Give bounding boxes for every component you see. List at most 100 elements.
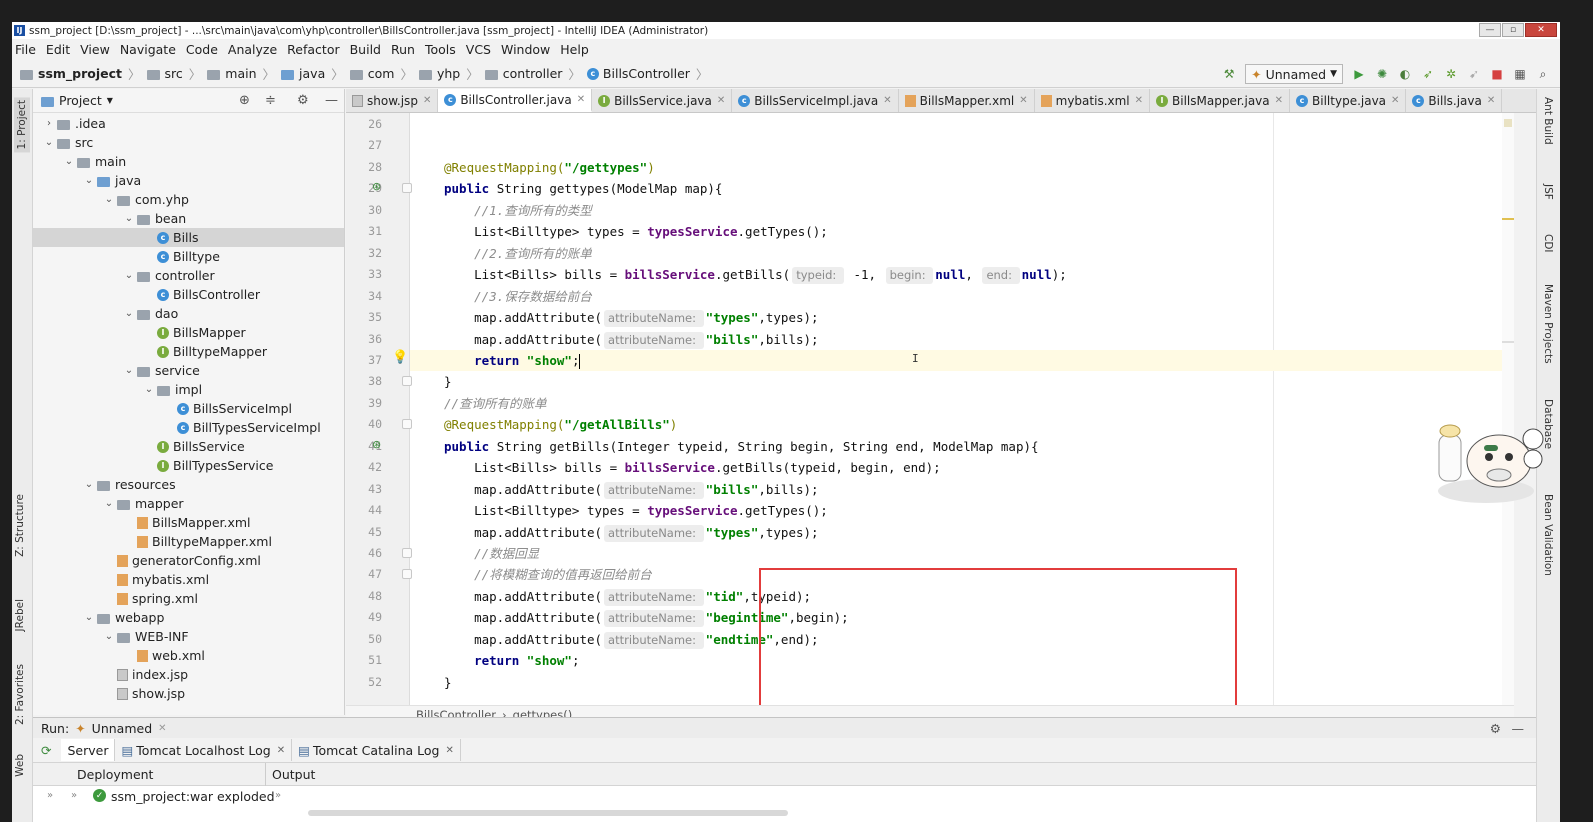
chevron-down-icon[interactable]: ⌄ (121, 213, 137, 224)
code-line[interactable]: //数据回显 (444, 543, 539, 564)
rerun-icon[interactable]: ⟳ (41, 743, 51, 758)
project-panel-title[interactable]: Project (59, 93, 102, 108)
code-line[interactable]: map.addAttribute(attributeName: "bills",… (444, 479, 819, 500)
tree-node[interactable]: generatorConfig.xml (33, 551, 344, 570)
chevron-down-icon[interactable]: ⌄ (101, 194, 117, 205)
tree-node[interactable]: show.jsp (33, 684, 344, 703)
menu-item[interactable]: VCS (466, 42, 491, 57)
tree-node[interactable]: c Bills (33, 228, 344, 247)
code-line[interactable]: public String getBills(Integer typeid, S… (444, 436, 1039, 457)
tree-node[interactable]: c BillsController (33, 285, 344, 304)
search-icon[interactable]: ⌕ (1536, 67, 1550, 81)
editor-tab[interactable]: BillsMapper.xml ✕ (899, 89, 1035, 112)
chevron-down-icon[interactable]: ⌄ (81, 175, 97, 186)
menu-item[interactable]: Navigate (120, 42, 176, 57)
code-line[interactable]: //2.查询所有的账单 (444, 243, 592, 264)
breadcrumb-item[interactable]: src 〉 (146, 64, 208, 83)
right-tool-tab[interactable]: JSF (1542, 184, 1554, 200)
code-line[interactable]: return "show"; (410, 349, 1514, 371)
coverage-icon[interactable]: ◐ (1398, 67, 1412, 81)
close-icon[interactable]: ✕ (277, 745, 285, 756)
breadcrumb-item[interactable]: yhp 〉 (418, 64, 485, 83)
jrebel-debug-icon[interactable]: ✲ (1444, 67, 1458, 81)
code-line[interactable]: map.addAttribute(attributeName: "beginti… (444, 607, 849, 628)
project-structure-icon[interactable]: ▦ (1513, 67, 1527, 81)
chevron-down-icon[interactable]: ⌄ (121, 365, 137, 376)
run-icon[interactable]: ▶ (1352, 67, 1366, 81)
project-tool-tab[interactable]: 1: Project (14, 97, 30, 153)
expand-icon[interactable]: » (47, 790, 53, 801)
structure-tool-tab[interactable]: Z: Structure (14, 494, 26, 557)
code-line[interactable]: map.addAttribute(attributeName: "types",… (444, 522, 819, 543)
close-icon[interactable]: ✕ (1391, 95, 1399, 106)
jrebel-tool-tab[interactable]: JRebel (14, 599, 26, 631)
code-line[interactable]: List<Billtype> types = typesService.getT… (444, 500, 828, 521)
chevron-down-icon[interactable]: ⌄ (141, 384, 157, 395)
gear-icon[interactable]: ⚙ (1490, 721, 1501, 736)
run-tab[interactable]: ▤ Tomcat Localhost Log ✕ (115, 739, 293, 761)
chevron-down-icon[interactable]: ⌄ (121, 308, 137, 319)
code-line[interactable]: //查询所有的账单 (444, 393, 547, 414)
close-icon[interactable]: ✕ (883, 95, 891, 106)
tree-node[interactable]: I BilltypeMapper (33, 342, 344, 361)
menu-item[interactable]: Window (501, 42, 550, 57)
breadcrumb-item[interactable]: main 〉 (207, 64, 281, 83)
editor-tab[interactable]: I BillsService.java ✕ (592, 89, 733, 112)
editor-tab[interactable]: c BillsController.java ✕ (438, 89, 593, 112)
close-icon[interactable]: ✕ (445, 745, 453, 756)
tree-node[interactable]: ⌄ WEB-INF (33, 627, 344, 646)
code-line[interactable]: map.addAttribute(attributeName: "endtime… (444, 629, 819, 650)
code-line[interactable]: @RequestMapping("/getAllBills") (444, 414, 677, 435)
chevron-down-icon[interactable]: ⌄ (121, 270, 137, 281)
tree-node[interactable]: web.xml (33, 646, 344, 665)
editor-tab[interactable]: mybatis.xml ✕ (1035, 89, 1151, 112)
code-line[interactable]: map.addAttribute(attributeName: "bills",… (444, 329, 819, 350)
code-line[interactable]: List<Billtype> types = typesService.getT… (444, 221, 828, 242)
code-line[interactable]: public String gettypes(ModelMap map){ (444, 178, 722, 199)
close-icon[interactable]: ✕ (717, 95, 725, 106)
chevron-down-icon[interactable]: ⌄ (81, 479, 97, 490)
hide-panel-icon[interactable]: — (1512, 721, 1525, 736)
run-config-select[interactable]: ✦ Unnamed ▼ (1245, 64, 1343, 84)
menu-item[interactable]: Analyze (228, 42, 277, 57)
tree-node[interactable]: mybatis.xml (33, 570, 344, 589)
code-line[interactable]: //1.查询所有的类型 (444, 200, 592, 221)
tree-node[interactable]: c BillsServiceImpl (33, 399, 344, 418)
tree-node[interactable]: ⌄ java (33, 171, 344, 190)
breadcrumb-item[interactable]: java 〉 (281, 64, 350, 83)
menu-item[interactable]: Refactor (287, 42, 339, 57)
breadcrumb-item[interactable]: controller 〉 (484, 64, 587, 83)
expand-icon[interactable]: » (71, 790, 77, 801)
tree-node[interactable]: BilltypeMapper.xml (33, 532, 344, 551)
gear-icon[interactable]: ⚙ (297, 93, 309, 108)
close-icon[interactable]: ✕ (577, 94, 585, 105)
debug-icon[interactable]: ✺ (1375, 67, 1389, 81)
close-button[interactable]: ✕ (1525, 23, 1557, 37)
expand-icon[interactable]: » (275, 790, 281, 801)
menu-item[interactable]: View (80, 42, 110, 57)
code-line[interactable]: List<Bills> bills = billsService.getBill… (444, 457, 941, 478)
code-line[interactable]: return "show"; (444, 650, 579, 671)
tree-node[interactable]: ⌄ controller (33, 266, 344, 285)
menu-item[interactable]: File (15, 42, 36, 57)
tree-node[interactable]: ⌄ service (33, 361, 344, 380)
code-line[interactable]: } (444, 672, 452, 693)
profile-icon[interactable]: ➹ (1467, 67, 1481, 81)
code-line[interactable]: map.addAttribute(attributeName: "types",… (444, 307, 819, 328)
code-line[interactable]: } (444, 371, 452, 392)
close-icon[interactable]: ✕ (1487, 95, 1495, 106)
close-icon[interactable]: ✕ (158, 723, 166, 734)
tree-node[interactable]: ⌄ webapp (33, 608, 344, 627)
chevron-down-icon[interactable]: ⌄ (101, 631, 117, 642)
breadcrumb-item[interactable]: com 〉 (349, 64, 419, 83)
tree-node[interactable]: ⌄ com.yhp (33, 190, 344, 209)
code-line[interactable]: map.addAttribute(attributeName: "tid",ty… (444, 586, 811, 607)
menu-item[interactable]: Build (350, 42, 381, 57)
breadcrumb-item[interactable]: ssm_project 〉 (20, 64, 147, 83)
tree-node[interactable]: › .idea (33, 114, 344, 133)
tree-node[interactable]: I BillsMapper (33, 323, 344, 342)
deployment-row[interactable]: » » ✓ ssm_project:war exploded » (33, 786, 1536, 822)
favorites-tool-tab[interactable]: 2: Favorites (14, 664, 26, 725)
stop-icon[interactable]: ■ (1490, 67, 1504, 81)
tree-node[interactable]: c Billtype (33, 247, 344, 266)
